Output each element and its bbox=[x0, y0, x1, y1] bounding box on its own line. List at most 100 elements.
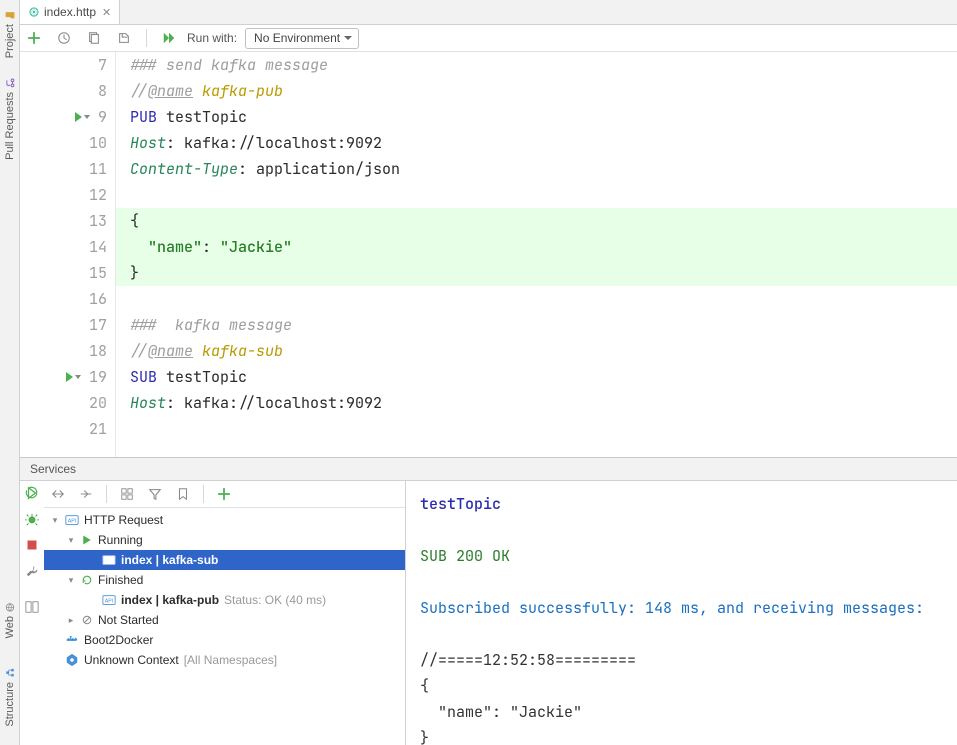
output-topic: testTopic bbox=[420, 494, 501, 514]
rerun-icon[interactable] bbox=[24, 485, 40, 501]
code-line: { bbox=[116, 208, 957, 234]
services-output[interactable]: testTopic SUB 200 OK Subscribed successf… bbox=[406, 481, 957, 745]
play-icon bbox=[81, 534, 93, 546]
gutter-line: 8 bbox=[20, 78, 107, 104]
services-tree[interactable]: ▾ API HTTP Request ▾ Running index | kaf… bbox=[44, 508, 405, 745]
structure-rail-label: Structure bbox=[4, 682, 16, 727]
code-line: //@name kafka-sub bbox=[130, 338, 957, 364]
gutter-line: 15 bbox=[20, 260, 107, 286]
code-line bbox=[130, 182, 957, 208]
rail-structure[interactable]: Structure bbox=[4, 668, 16, 727]
svg-text:API: API bbox=[68, 519, 76, 525]
tree-boot2docker[interactable]: Boot2Docker bbox=[44, 630, 405, 650]
tree-item-status: Status: OK (40 ms) bbox=[224, 593, 326, 607]
line-number: 11 bbox=[89, 156, 107, 182]
filter-icon[interactable] bbox=[147, 486, 163, 502]
line-number: 15 bbox=[89, 260, 107, 286]
tree-label: Not Started bbox=[98, 613, 159, 627]
rail-web[interactable]: Web bbox=[4, 602, 16, 638]
services-panel: Services bbox=[20, 457, 957, 745]
code-line: ### kafka message bbox=[130, 312, 957, 338]
globe-icon bbox=[4, 602, 16, 612]
output-body-line: } bbox=[420, 728, 429, 745]
toolbar-separator bbox=[106, 485, 107, 503]
group-icon[interactable] bbox=[119, 486, 135, 502]
api-item-icon bbox=[102, 553, 116, 567]
code-line: } bbox=[116, 260, 957, 286]
tree-label: Running bbox=[98, 533, 143, 547]
code-line bbox=[130, 286, 957, 312]
tree-label: Finished bbox=[98, 573, 143, 587]
gutter-line: 10 bbox=[20, 130, 107, 156]
gutter-line: 20 bbox=[20, 390, 107, 416]
line-number: 9 bbox=[98, 104, 107, 130]
line-number: 7 bbox=[98, 52, 107, 78]
add-icon[interactable] bbox=[26, 30, 42, 46]
folder-icon bbox=[4, 10, 16, 20]
history-icon[interactable] bbox=[56, 30, 72, 46]
line-number: 14 bbox=[89, 234, 107, 260]
stop-icon[interactable] bbox=[24, 537, 40, 553]
line-number: 8 bbox=[98, 78, 107, 104]
docker-icon bbox=[65, 633, 79, 647]
tree-unknown-context[interactable]: Unknown Context [All Namespaces] bbox=[44, 650, 405, 670]
gutter-line: 9 bbox=[20, 104, 107, 130]
tree-label: HTTP Request bbox=[84, 513, 163, 527]
left-tool-rail: Project Pull Requests Web Structure bbox=[0, 0, 20, 745]
collapse-icon[interactable] bbox=[78, 486, 94, 502]
line-number: 21 bbox=[89, 416, 107, 442]
line-number: 10 bbox=[89, 130, 107, 156]
chevron-right-icon: ▸ bbox=[66, 615, 76, 626]
tab-index-http[interactable]: index.http ✕ bbox=[20, 0, 120, 24]
output-status: SUB 200 OK bbox=[420, 546, 510, 566]
run-with-label: Run with: bbox=[187, 31, 237, 45]
run-all-icon[interactable] bbox=[161, 30, 177, 46]
tree-running[interactable]: ▾ Running bbox=[44, 530, 405, 550]
rail-pull-requests[interactable]: Pull Requests bbox=[4, 78, 16, 160]
tree-item-kafka-sub[interactable]: index | kafka-sub bbox=[44, 550, 405, 570]
tree-item-kafka-pub[interactable]: API index | kafka-pub Status: OK (40 ms) bbox=[44, 590, 405, 610]
code-line bbox=[130, 416, 957, 442]
tree-finished[interactable]: ▾ Finished bbox=[44, 570, 405, 590]
toolbar-separator bbox=[203, 485, 204, 503]
tree-not-started[interactable]: ▸ Not Started bbox=[44, 610, 405, 630]
wrench-icon[interactable] bbox=[24, 563, 40, 579]
rail-project[interactable]: Project bbox=[4, 10, 16, 58]
output-body-line: { bbox=[420, 676, 429, 696]
editor-code-area[interactable]: ### send kafka message//@name kafka-pubP… bbox=[116, 52, 957, 457]
environment-value: No Environment bbox=[254, 31, 340, 45]
gutter-line: 14 bbox=[20, 234, 107, 260]
layout-icon[interactable] bbox=[24, 599, 40, 615]
expand-icon[interactable] bbox=[50, 486, 66, 502]
output-body-line: "name": "Jackie" bbox=[420, 702, 582, 722]
environment-selector[interactable]: No Environment bbox=[245, 28, 359, 49]
code-line: PUB testTopic bbox=[130, 104, 957, 130]
gutter-line: 18 bbox=[20, 338, 107, 364]
copy-icon[interactable] bbox=[86, 30, 102, 46]
export-icon[interactable] bbox=[116, 30, 132, 46]
kube-icon bbox=[65, 653, 79, 667]
tree-label: Boot2Docker bbox=[84, 633, 153, 647]
tab-filename: index.http bbox=[44, 5, 96, 19]
gutter-line: 19 bbox=[20, 364, 107, 390]
code-editor[interactable]: 789101112131415161718192021 ### send kaf… bbox=[20, 52, 957, 457]
tree-item-name: index | kafka-pub bbox=[121, 593, 219, 607]
output-separator: //=====12:52:58========= bbox=[420, 650, 636, 670]
services-panel-title[interactable]: Services bbox=[20, 458, 957, 481]
close-icon[interactable]: ✕ bbox=[102, 6, 111, 19]
tree-http-request[interactable]: ▾ API HTTP Request bbox=[44, 510, 405, 530]
refresh-icon bbox=[81, 574, 93, 586]
tree-label: index | kafka-sub bbox=[121, 553, 218, 567]
line-number: 13 bbox=[89, 208, 107, 234]
gutter-line: 13 bbox=[20, 208, 107, 234]
debug-icon[interactable] bbox=[24, 511, 40, 527]
bookmark-icon[interactable] bbox=[175, 486, 191, 502]
pull-requests-rail-label: Pull Requests bbox=[4, 92, 16, 160]
add-service-icon[interactable] bbox=[216, 486, 232, 502]
run-gutter-icon[interactable] bbox=[66, 372, 81, 382]
code-line: Host: kafka://localhost:9092 bbox=[130, 130, 957, 156]
gutter-line: 11 bbox=[20, 156, 107, 182]
gutter-line: 16 bbox=[20, 286, 107, 312]
run-gutter-icon[interactable] bbox=[75, 112, 90, 122]
web-rail-label: Web bbox=[4, 616, 16, 638]
